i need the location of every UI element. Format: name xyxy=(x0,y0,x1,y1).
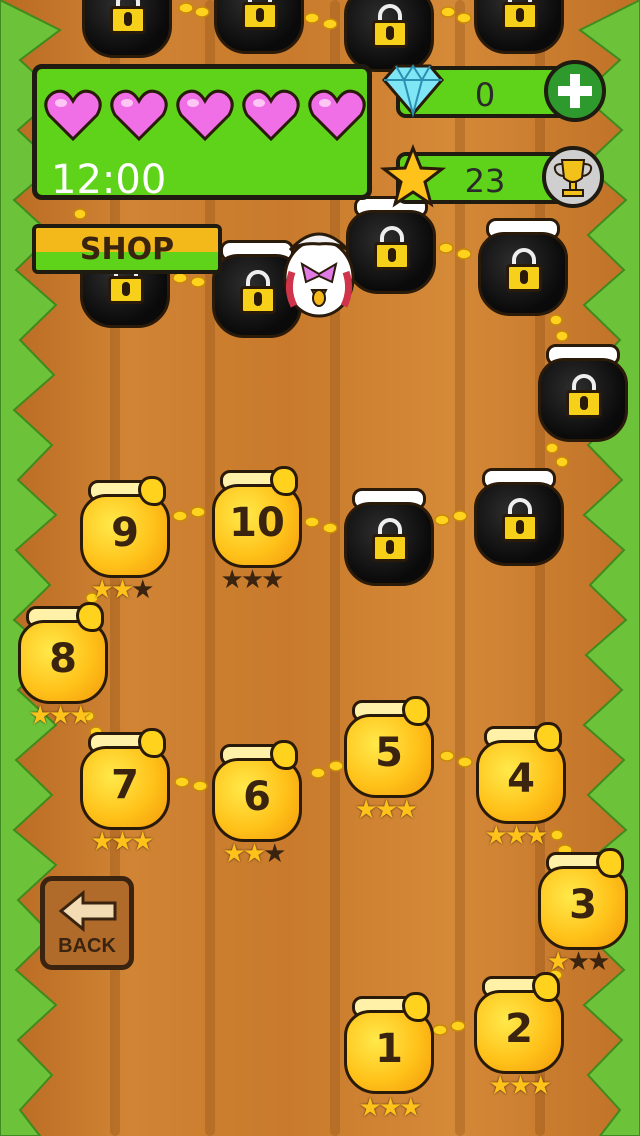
locked-jar[interactable] xyxy=(344,488,434,588)
lock-icon xyxy=(506,248,542,294)
level-8-jar[interactable]: 8 xyxy=(18,602,108,706)
lock-icon xyxy=(374,226,410,272)
trophy-icon xyxy=(553,159,593,197)
level-8-stars: ★★★ xyxy=(28,700,93,730)
level-number: 8 xyxy=(49,636,77,682)
level-number: 5 xyxy=(375,730,403,776)
heart-icon xyxy=(176,89,234,142)
lock-icon xyxy=(566,374,602,420)
add-gems-button[interactable] xyxy=(544,60,606,122)
life-timer: 12:00 xyxy=(51,157,167,203)
level-1-stars: ★★★ xyxy=(358,1092,423,1122)
level-4-jar[interactable]: 4 xyxy=(476,722,566,826)
level-9-jar[interactable]: 9 xyxy=(80,476,170,580)
level-number: 10 xyxy=(229,500,285,546)
heart-icon xyxy=(44,89,102,142)
level-number: 7 xyxy=(111,762,139,808)
level-5-stars: ★★★ xyxy=(354,794,419,824)
locked-jar[interactable] xyxy=(538,344,628,444)
hearts-row xyxy=(43,87,373,147)
level-number: 1 xyxy=(375,1026,403,1072)
level-10-stars: ★★★ xyxy=(220,564,285,594)
level-3-stars: ★★★ xyxy=(546,946,611,976)
back-button[interactable]: BACK xyxy=(40,876,134,970)
lock-icon xyxy=(242,0,278,32)
honey-drip xyxy=(138,728,166,758)
level-number: 3 xyxy=(569,882,597,928)
lock-icon xyxy=(502,0,538,32)
level-6-stars: ★★★ xyxy=(222,838,287,868)
level-number: 2 xyxy=(505,1006,533,1052)
level-number: 4 xyxy=(507,756,535,802)
star-icon xyxy=(380,144,446,208)
lock-icon xyxy=(110,0,146,36)
locked-jar[interactable] xyxy=(478,218,568,318)
honey-drip xyxy=(138,476,166,506)
heart-icon xyxy=(308,89,366,142)
honey-drip xyxy=(270,740,298,770)
back-arrow-icon xyxy=(58,889,117,933)
level-1-jar[interactable]: 1 xyxy=(344,992,434,1096)
locked-jar[interactable] xyxy=(474,0,564,56)
heart-icon xyxy=(110,89,168,142)
honey-drip xyxy=(76,602,104,632)
honey-drip xyxy=(532,972,560,1002)
level-7-stars: ★★★ xyxy=(90,826,155,856)
level-3-jar[interactable]: 3 xyxy=(538,848,628,952)
honey-drip xyxy=(402,696,430,726)
honey-drip xyxy=(534,722,562,752)
diamond-icon xyxy=(382,64,444,118)
level-10-jar[interactable]: 10 xyxy=(212,466,302,570)
back-label: BACK xyxy=(58,935,116,957)
player-avatar xyxy=(283,232,355,318)
honey-drip xyxy=(402,992,430,1022)
plus-icon xyxy=(558,74,592,108)
level-6-jar[interactable]: 6 xyxy=(212,740,302,844)
locked-jar[interactable] xyxy=(474,468,564,568)
locked-jar[interactable] xyxy=(82,0,172,60)
locked-jar[interactable] xyxy=(214,0,304,56)
lock-icon xyxy=(372,518,408,564)
level-5-jar[interactable]: 5 xyxy=(344,696,434,800)
level-map: 1 ★★★ 2 ★★★ 3 ★★★ 4 ★★★ 5 ★★★ 6 ★★★ 7 ★★… xyxy=(0,0,640,1136)
heart-icon xyxy=(242,89,300,142)
level-number: 6 xyxy=(243,774,271,820)
level-number: 9 xyxy=(111,510,139,556)
lock-icon xyxy=(240,270,276,316)
level-9-stars: ★★★ xyxy=(90,574,155,604)
honey-drip xyxy=(270,466,298,496)
shop-button[interactable]: SHOP xyxy=(32,224,222,274)
lock-icon xyxy=(502,498,538,544)
level-2-jar[interactable]: 2 xyxy=(474,972,564,1076)
level-2-stars: ★★★ xyxy=(488,1070,553,1100)
level-7-jar[interactable]: 7 xyxy=(80,728,170,832)
level-4-stars: ★★★ xyxy=(484,820,549,850)
trophy-button[interactable] xyxy=(542,146,604,208)
honey-drip xyxy=(596,848,624,878)
shop-label: SHOP xyxy=(79,232,175,267)
lives-panel: 12:00 xyxy=(32,64,373,203)
lock-icon xyxy=(372,4,408,50)
